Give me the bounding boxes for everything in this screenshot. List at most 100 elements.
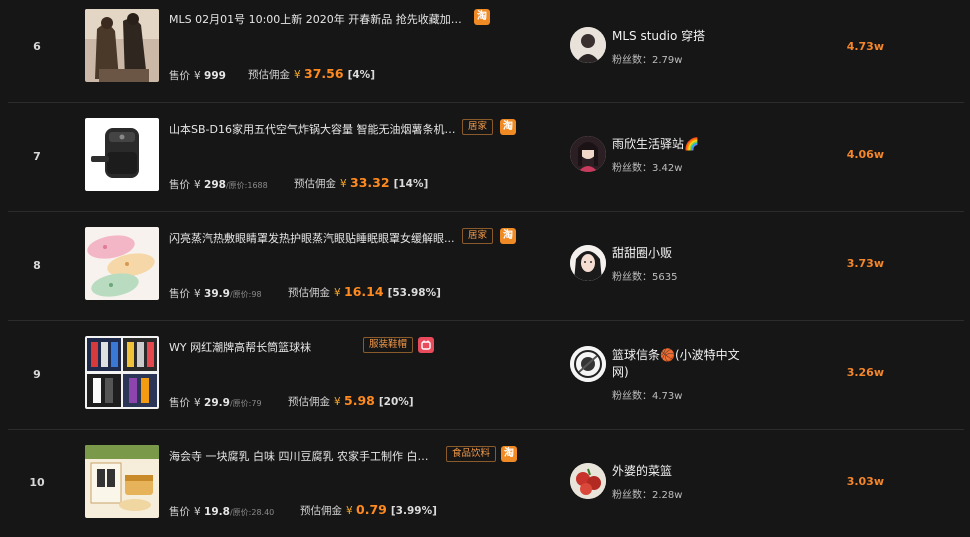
original-price: 1688 (247, 181, 268, 190)
price-label: 售价 (169, 70, 190, 82)
price-label: 售价 (169, 288, 190, 300)
rank-number: 7 (33, 150, 41, 163)
sales-metric: 4.73w (846, 40, 884, 53)
commission-value: 0.79 (356, 502, 387, 517)
product-photo-socks (85, 336, 159, 409)
product-image[interactable] (85, 336, 159, 409)
product-image[interactable] (85, 118, 159, 191)
product-image[interactable] (85, 9, 159, 82)
commission-value: 37.56 (304, 66, 344, 81)
commission-value: 33.32 (350, 175, 390, 190)
fans-count: 粉丝数：4.73w (612, 387, 682, 402)
commission-line: 预估佣金 ¥ 37.56 [4%] (248, 66, 375, 82)
currency-symbol: ¥ (194, 288, 201, 300)
shop-name[interactable]: 雨欣生活驿站🌈 (612, 136, 752, 153)
sales-metric: 3.73w (846, 257, 884, 270)
commission-rate: [53.98%] (387, 287, 441, 299)
category-tag: 食品饮料 (446, 446, 497, 462)
avatar-image (570, 245, 606, 281)
commission-label: 预估佣金 (248, 69, 290, 81)
fans-label: 粉丝数： (612, 163, 652, 174)
category-tag: 居家 (462, 228, 494, 244)
price-line: 售价 ¥ 999 (169, 68, 226, 83)
table-row[interactable]: 7 山本SB-D16家用五代空气炸锅大容量 智能无油烟薯条机电... 居家 淘 … (8, 103, 964, 212)
currency-symbol: ¥ (194, 179, 201, 191)
commission-value: 5.98 (344, 393, 375, 408)
product-title[interactable]: 山本SB-D16家用五代空气炸锅大容量 智能无油烟薯条机电... (169, 121, 459, 137)
product-photo-eye-mask (85, 227, 159, 300)
shop-name[interactable]: 甜甜圈小贩 (612, 245, 752, 262)
commission-label: 预估佣金 (288, 396, 330, 408)
tmall-icon (421, 340, 431, 350)
fans-label: 粉丝数： (612, 272, 652, 283)
taobao-platform-icon: 淘 (501, 446, 517, 462)
commission-value: 16.14 (344, 284, 384, 299)
product-title[interactable]: WY 网红潮牌高帮长筒篮球袜 (169, 339, 359, 355)
avatar[interactable] (570, 136, 606, 172)
avatar[interactable] (570, 463, 606, 499)
currency-symbol: ¥ (194, 397, 201, 409)
product-photo-tofu (85, 445, 159, 518)
commission-line: 预估佣金 ¥ 16.14 [53.98%] (288, 284, 441, 300)
commission-rate: [14%] (393, 178, 429, 190)
original-price-label: 原价: (232, 399, 252, 408)
taobao-platform-icon: 淘 (500, 228, 516, 244)
fans-count: 粉丝数：2.79w (612, 51, 682, 66)
table-row[interactable]: 8 闪亮蒸汽热敷眼睛罩发热护眼蒸汽眼贴睡眠眼罩女缓解眼... 居家 淘 售价 ¥ … (8, 212, 964, 321)
commission-currency: ¥ (334, 287, 341, 299)
price-value: 298 (204, 179, 226, 191)
fans-value: 5635 (652, 272, 678, 283)
commission-rate: [20%] (378, 396, 414, 408)
product-photo-clothing (85, 9, 159, 82)
commission-rate: [4%] (347, 69, 376, 81)
price-value: 999 (204, 70, 226, 82)
currency-symbol: ¥ (194, 70, 201, 82)
product-image[interactable] (85, 227, 159, 300)
taobao-platform-icon: 淘 (474, 9, 490, 25)
fans-label: 粉丝数： (612, 55, 652, 66)
rank-number: 10 (29, 476, 45, 489)
avatar-image (570, 463, 606, 499)
original-price-label: 原价: (232, 290, 252, 299)
original-price: 98 (251, 290, 262, 299)
product-title[interactable]: 闪亮蒸汽热敷眼睛罩发热护眼蒸汽眼贴睡眠眼罩女缓解眼... (169, 230, 459, 246)
product-title[interactable]: 海会寺 一块腐乳 白味 四川豆腐乳 农家手工制作 白味 ... (169, 448, 437, 464)
price-label: 售价 (169, 506, 190, 518)
price-line: 售价 ¥ 19.8/原价:28.40 (169, 506, 275, 518)
avatar-image (570, 136, 606, 172)
product-image[interactable] (85, 445, 159, 518)
original-price-label: 原价: (232, 508, 252, 517)
table-row[interactable]: 9 WY 网红潮牌高帮长筒篮球袜 服装鞋帽 售价 ¥ 29.9/原价:79 预估… (8, 321, 964, 430)
price-label: 售价 (169, 397, 190, 409)
commission-line: 预估佣金 ¥ 0.79 [3.99%] (300, 502, 437, 518)
product-title[interactable]: MLS 02月01号 10:00上新 2020年 开春新品 抢先收藏加购 更..… (169, 11, 469, 27)
commission-currency: ¥ (334, 396, 341, 408)
price-line: 售价 ¥ 29.9/原价:79 (169, 397, 262, 409)
fans-label: 粉丝数： (612, 490, 652, 501)
price-value: 39.9 (204, 288, 230, 300)
original-price: 28.40 (251, 508, 275, 517)
sales-metric: 3.26w (846, 366, 884, 379)
shop-name[interactable]: MLS studio 穿搭 (612, 28, 752, 45)
fans-value: 4.73w (652, 391, 683, 402)
table-row[interactable]: 6 MLS 02月01号 10:00上新 2020年 开春新品 抢先收藏加购 更… (8, 0, 964, 103)
fans-count: 粉丝数：3.42w (612, 159, 682, 174)
category-tag: 服装鞋帽 (363, 337, 414, 353)
avatar[interactable] (570, 245, 606, 281)
shop-name[interactable]: 篮球信条🏀(小波特中文网) (612, 347, 752, 381)
category-tag: 居家 (462, 119, 494, 135)
currency-symbol: ¥ (194, 506, 201, 518)
fans-value: 3.42w (652, 163, 683, 174)
avatar-image (570, 346, 606, 382)
commission-label: 预估佣金 (300, 505, 342, 517)
commission-label: 预估佣金 (294, 178, 336, 190)
avatar[interactable] (570, 27, 606, 63)
original-price: 79 (251, 399, 262, 408)
price-label: 售价 (169, 179, 190, 191)
commission-rate: [3.99%] (390, 505, 437, 517)
rank-number: 6 (33, 40, 41, 53)
table-row[interactable]: 10 海会寺 一块腐乳 白味 四川豆腐乳 农家手工制作 白味 ... 食品饮料 … (8, 430, 964, 537)
avatar[interactable] (570, 346, 606, 382)
price-value: 29.9 (204, 397, 230, 409)
shop-name[interactable]: 外婆的菜篮 (612, 463, 752, 480)
